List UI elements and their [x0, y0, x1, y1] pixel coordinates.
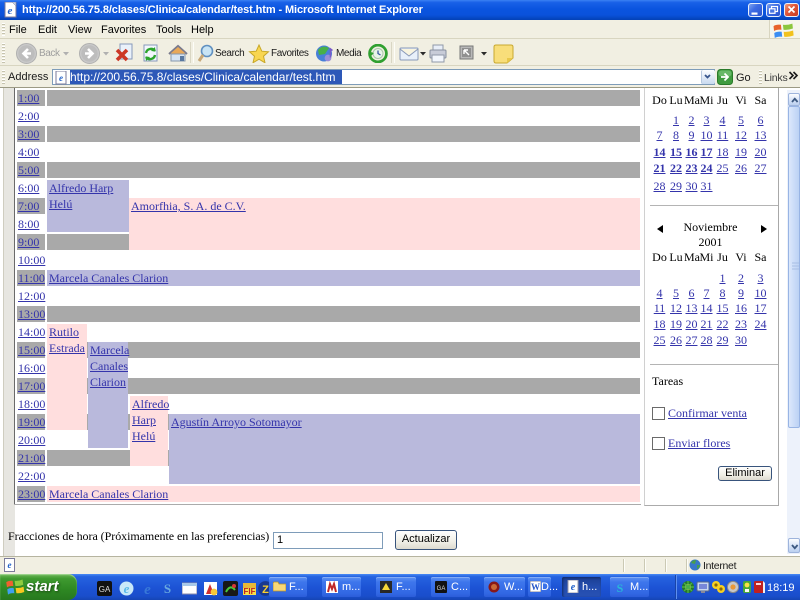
- svg-text:e: e: [144, 582, 151, 596]
- svg-text:e: e: [124, 581, 130, 596]
- svg-text:e: e: [8, 560, 12, 570]
- svg-text:GA: GA: [437, 586, 446, 592]
- svg-text:e: e: [571, 582, 576, 593]
- svg-text:W: W: [531, 582, 540, 592]
- svg-text:GA: GA: [99, 585, 111, 594]
- svg-text:e: e: [8, 5, 13, 17]
- svg-text:S: S: [617, 581, 624, 593]
- svg-text:S: S: [164, 581, 171, 596]
- svg-text:FIF: FIF: [244, 587, 256, 596]
- svg-text:e: e: [59, 73, 63, 83]
